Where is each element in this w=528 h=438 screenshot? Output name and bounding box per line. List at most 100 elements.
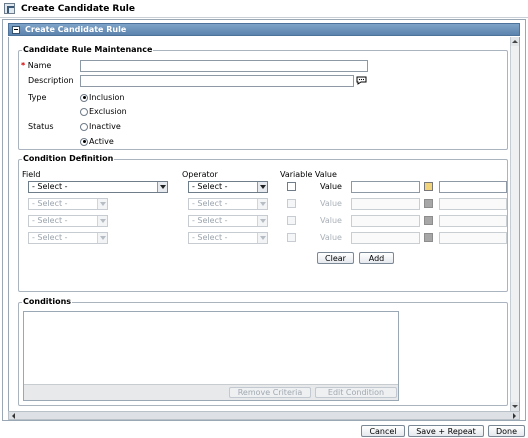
dialog-button-bar: Cancel Save + Repeat Done	[0, 422, 528, 438]
operator-select-4-value: - Select -	[192, 233, 228, 242]
variable-checkbox-4	[287, 233, 296, 242]
field-select-2-value: - Select -	[32, 199, 68, 208]
cancel-button-label: Cancel	[369, 426, 397, 436]
field-header: Field	[22, 170, 41, 179]
description-input[interactable]	[80, 75, 354, 87]
chevron-down-icon	[97, 233, 107, 243]
radio-unselected-icon	[80, 107, 88, 116]
field-select-3: - Select -	[28, 215, 108, 227]
chevron-down-icon	[257, 216, 267, 226]
field-select-4: - Select -	[28, 232, 108, 244]
calculator-icon[interactable]	[424, 182, 433, 191]
edit-condition-button: Edit Condition	[315, 387, 397, 398]
value-label-3: Value	[320, 216, 342, 225]
window-title: Create Candidate Rule	[21, 3, 135, 14]
conditions-list[interactable]: Remove Criteria Edit Condition	[23, 311, 399, 401]
conditions-toolbar: Remove Criteria Edit Condition	[24, 384, 398, 400]
chevron-down-icon	[257, 199, 267, 209]
value-extra-input-3	[439, 215, 507, 227]
panel-header: Create Candidate Rule	[8, 23, 520, 36]
name-label: * Name	[21, 61, 51, 70]
scroll-down-icon[interactable]	[511, 402, 519, 411]
operator-select-2: - Select -	[188, 198, 268, 210]
clear-button[interactable]: Clear	[317, 252, 354, 264]
status-inactive-label: Inactive	[89, 122, 121, 131]
name-label-text: Name	[27, 61, 52, 70]
chevron-down-icon	[257, 182, 267, 192]
status-inactive-radio[interactable]: Inactive	[80, 122, 121, 131]
field-select-2: - Select -	[28, 198, 108, 210]
type-exclusion-radio[interactable]: Exclusion	[80, 107, 127, 116]
window-icon	[4, 3, 15, 14]
value-label-1: Value	[320, 182, 342, 191]
calculator-icon	[424, 199, 433, 208]
chevron-down-icon	[97, 199, 107, 209]
cancel-button[interactable]: Cancel	[361, 425, 405, 437]
operator-select-3-value: - Select -	[192, 216, 228, 225]
type-exclusion-label: Exclusion	[89, 107, 127, 116]
status-active-label: Active	[89, 137, 114, 146]
value-input-4	[351, 232, 420, 244]
operator-select-1[interactable]: - Select -	[188, 181, 268, 193]
value-extra-input-1[interactable]	[439, 181, 507, 193]
remove-criteria-button: Remove Criteria	[229, 387, 311, 398]
conditions-group: Conditions Remove Criteria Edit Conditio…	[18, 297, 508, 406]
dialog-frame: Create Candidate Rule Candidate Rule Mai…	[2, 19, 526, 421]
vertical-scrollbar[interactable]	[510, 37, 519, 411]
chevron-down-icon	[257, 233, 267, 243]
variable-checkbox-1[interactable]	[287, 182, 296, 191]
type-label: Type	[28, 93, 47, 102]
save-repeat-button[interactable]: Save + Repeat	[408, 425, 484, 437]
variable-value-header: Variable Value	[280, 170, 337, 179]
add-button[interactable]: Add	[359, 252, 394, 264]
scroll-up-icon[interactable]	[511, 37, 519, 46]
value-input-3	[351, 215, 420, 227]
value-label-2: Value	[320, 199, 342, 208]
maintenance-legend: Candidate Rule Maintenance	[22, 45, 154, 54]
value-label-4: Value	[320, 233, 342, 242]
value-extra-input-2	[439, 198, 507, 210]
field-select-3-value: - Select -	[32, 216, 68, 225]
radio-unselected-icon	[80, 122, 88, 131]
comment-bubble-icon[interactable]	[356, 76, 367, 85]
condition-definition-group: Condition Definition Field Operator Vari…	[18, 154, 508, 292]
value-extra-input-4	[439, 232, 507, 244]
condition-definition-legend: Condition Definition	[22, 154, 115, 163]
operator-select-3: - Select -	[188, 215, 268, 227]
status-label: Status	[28, 122, 54, 131]
description-label: Description	[28, 76, 74, 85]
collapse-icon[interactable]	[12, 25, 20, 34]
value-input-2	[351, 198, 420, 210]
field-select-1-value: - Select -	[32, 182, 68, 191]
radio-selected-icon	[80, 93, 88, 102]
scroll-right-icon[interactable]	[510, 412, 519, 419]
type-inclusion-radio[interactable]: Inclusion	[80, 93, 124, 102]
calculator-icon	[424, 216, 433, 225]
variable-checkbox-2	[287, 199, 296, 208]
operator-select-2-value: - Select -	[192, 199, 228, 208]
panel-title: Create Candidate Rule	[25, 25, 127, 34]
chevron-down-icon	[97, 216, 107, 226]
calculator-icon	[424, 233, 433, 242]
field-select-1[interactable]: - Select -	[28, 181, 168, 193]
scroll-left-icon[interactable]	[9, 412, 18, 419]
variable-checkbox-3	[287, 216, 296, 225]
done-button-label: Done	[495, 426, 518, 436]
status-active-radio[interactable]: Active	[80, 137, 114, 146]
done-button[interactable]: Done	[488, 425, 525, 437]
operator-header: Operator	[182, 170, 218, 179]
chevron-down-icon	[157, 182, 167, 192]
type-inclusion-label: Inclusion	[89, 93, 125, 102]
field-select-4-value: - Select -	[32, 233, 68, 242]
content-area: Candidate Rule Maintenance * Name Descri…	[8, 37, 520, 411]
name-input[interactable]	[80, 60, 368, 72]
required-asterisk: *	[21, 61, 26, 70]
value-input-1[interactable]	[351, 181, 420, 193]
conditions-legend: Conditions	[22, 297, 73, 306]
radio-selected-icon	[80, 137, 88, 146]
operator-select-1-value: - Select -	[192, 182, 228, 191]
save-repeat-button-label: Save + Repeat	[416, 426, 476, 436]
operator-select-4: - Select -	[188, 232, 268, 244]
horizontal-scrollbar[interactable]	[8, 411, 520, 420]
window-title-bar: Create Candidate Rule	[0, 0, 528, 18]
